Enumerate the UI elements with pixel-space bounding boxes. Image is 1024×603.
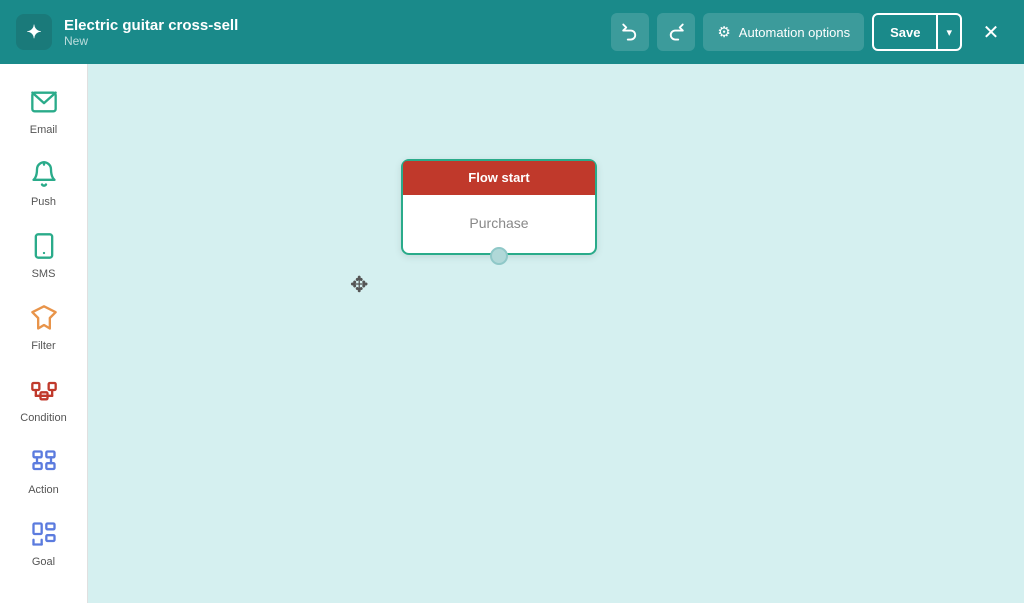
- sms-icon: [30, 232, 58, 260]
- filter-icon-wrap: [26, 300, 62, 336]
- flow-node-connector[interactable]: [490, 247, 508, 265]
- sidebar-item-filter[interactable]: Filter: [8, 292, 80, 360]
- sidebar-item-action[interactable]: Action: [8, 436, 80, 504]
- save-dropdown-button[interactable]: ▾: [936, 15, 960, 49]
- header-actions: ⚙ Automation options Save ▾ ✕: [611, 13, 1008, 51]
- move-cursor-icon: ✥: [350, 272, 368, 298]
- undo-icon: [621, 23, 639, 41]
- save-group: Save ▾: [872, 13, 962, 51]
- action-icon: [30, 448, 58, 476]
- canvas[interactable]: ✥ Flow start Purchase: [88, 64, 1024, 603]
- goal-icon: [30, 520, 58, 548]
- sms-icon-wrap: [26, 228, 62, 264]
- header: ✦ Electric guitar cross-sell New ⚙ Autom…: [0, 0, 1024, 64]
- flow-node-header-label: Flow start: [468, 170, 529, 185]
- action-icon-wrap: [26, 444, 62, 480]
- push-icon-wrap: [26, 156, 62, 192]
- redo-button[interactable]: [657, 13, 695, 51]
- goal-icon-wrap: [26, 516, 62, 552]
- sidebar-label-action: Action: [28, 484, 59, 496]
- undo-button[interactable]: [611, 13, 649, 51]
- sidebar-label-push: Push: [31, 196, 56, 208]
- condition-icon: [30, 376, 58, 404]
- sidebar-label-filter: Filter: [31, 340, 55, 352]
- email-icon: [30, 88, 58, 116]
- automation-options-label: Automation options: [739, 25, 850, 40]
- close-icon: ✕: [983, 20, 1000, 45]
- sidebar-label-email: Email: [30, 124, 58, 136]
- logo-symbol: ✦: [26, 22, 41, 43]
- sidebar-item-push[interactable]: Push: [8, 148, 80, 216]
- flow-node-body-label: Purchase: [469, 215, 528, 231]
- close-button[interactable]: ✕: [974, 15, 1008, 49]
- title-area: Electric guitar cross-sell New: [64, 17, 599, 48]
- sidebar: Email Push SMS: [0, 64, 88, 603]
- flow-node-body: Purchase: [403, 195, 595, 253]
- sidebar-label-sms: SMS: [32, 268, 56, 280]
- app-logo: ✦: [16, 14, 52, 50]
- subtitle: New: [64, 34, 599, 48]
- main: Email Push SMS: [0, 64, 1024, 603]
- sidebar-label-goal: Goal: [32, 556, 55, 568]
- condition-icon-wrap: [26, 372, 62, 408]
- automation-options-button[interactable]: ⚙ Automation options: [703, 13, 864, 51]
- redo-icon: [667, 23, 685, 41]
- push-icon: [30, 160, 58, 188]
- flow-node[interactable]: Flow start Purchase: [401, 159, 597, 255]
- gear-icon: ⚙: [717, 23, 730, 41]
- sidebar-item-sms[interactable]: SMS: [8, 220, 80, 288]
- sidebar-item-email[interactable]: Email: [8, 76, 80, 144]
- chevron-down-icon: ▾: [946, 27, 952, 39]
- save-button[interactable]: Save: [874, 15, 936, 49]
- sidebar-item-goal[interactable]: Goal: [8, 508, 80, 576]
- app-title: Electric guitar cross-sell: [64, 17, 599, 34]
- email-icon-wrap: [26, 84, 62, 120]
- flow-node-header: Flow start: [403, 161, 595, 195]
- filter-icon: [30, 304, 58, 332]
- sidebar-item-condition[interactable]: Condition: [8, 364, 80, 432]
- sidebar-label-condition: Condition: [20, 412, 66, 424]
